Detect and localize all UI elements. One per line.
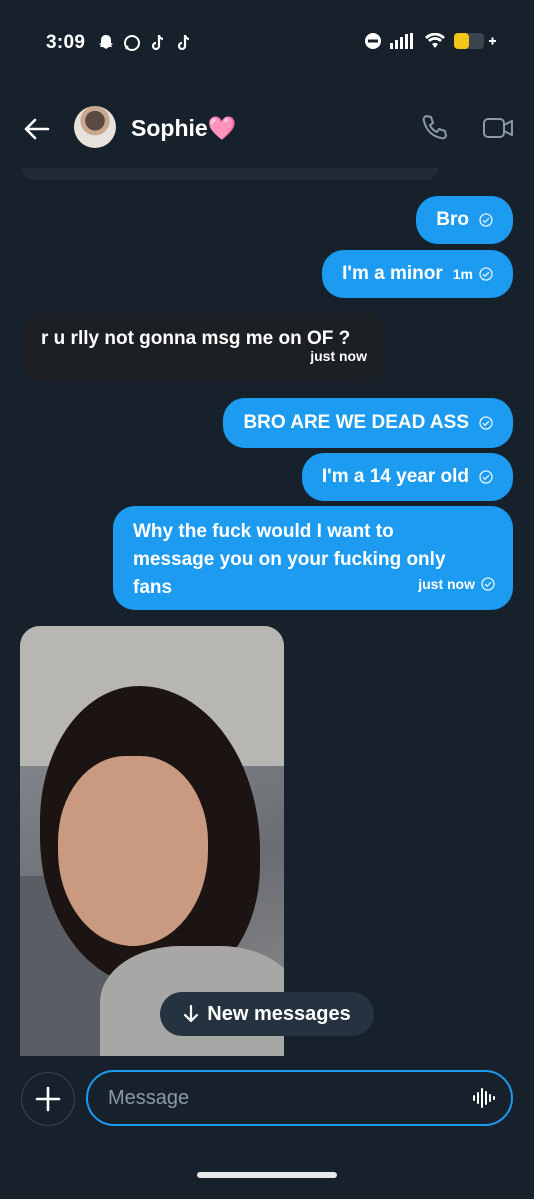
message-text: I'm a 14 year old — [321, 466, 469, 487]
tiktok-icon — [151, 34, 164, 51]
sent-check-icon — [479, 470, 493, 484]
sent-check-icon — [479, 267, 493, 281]
message-input[interactable] — [86, 1070, 513, 1126]
message-meta: just now — [418, 570, 495, 598]
notification-icons — [96, 33, 194, 53]
previous-message-edge — [22, 168, 438, 180]
avatar[interactable] — [74, 106, 116, 148]
message-meta — [479, 470, 493, 484]
signal-icon — [390, 33, 413, 49]
chat-header: Sophie🩷 — [0, 88, 534, 168]
message-meta — [479, 416, 493, 430]
message-bubble-outgoing[interactable]: I'm a minor 1m — [322, 250, 513, 298]
wifi-icon — [425, 33, 445, 48]
photo-face — [58, 756, 208, 946]
message-bubble-incoming[interactable]: r u rlly not gonna msg me on OF ? just n… — [21, 313, 385, 382]
add-attachment-button[interactable] — [21, 1072, 75, 1126]
home-indicator — [197, 1172, 337, 1178]
chat-bubble-icon — [124, 35, 140, 51]
status-bar: 3:09 — [0, 0, 534, 88]
message-text: r u rlly not gonna msg me on OF ? — [41, 328, 351, 349]
message-time: just now — [310, 348, 367, 364]
back-arrow-icon[interactable] — [22, 114, 52, 144]
do-not-disturb-icon — [365, 33, 381, 49]
voice-waveform-icon[interactable] — [472, 1087, 496, 1109]
message-time: just now — [418, 576, 475, 592]
plus-icon — [35, 1086, 61, 1112]
message-bubble-outgoing[interactable]: BRO ARE WE DEAD ASS — [223, 398, 513, 448]
message-meta — [479, 213, 493, 227]
status-time: 3:09 — [46, 32, 86, 53]
sent-check-icon — [479, 416, 493, 430]
message-text: Bro — [436, 209, 469, 230]
new-messages-button[interactable]: New messages — [160, 992, 374, 1036]
sent-check-icon — [481, 577, 495, 591]
phone-icon[interactable] — [420, 112, 450, 142]
message-bubble-outgoing[interactable]: Why the fuck would I want to message you… — [113, 506, 513, 610]
system-icons — [364, 32, 496, 50]
composer — [0, 1056, 534, 1199]
message-text: I'm a minor — [342, 263, 443, 284]
message-meta: 1m — [453, 266, 493, 282]
tiktok-icon — [177, 34, 190, 51]
arrow-down-icon — [184, 1005, 199, 1023]
video-camera-icon[interactable] — [482, 115, 514, 141]
message-bubble-outgoing[interactable]: I'm a 14 year old — [301, 453, 513, 501]
message-time: 1m — [452, 266, 473, 282]
message-bubble-outgoing[interactable]: Bro — [416, 196, 513, 244]
message-meta: just now — [310, 342, 367, 370]
new-messages-label: New messages — [207, 1002, 351, 1025]
sent-check-icon — [479, 213, 493, 227]
contact-name[interactable]: Sophie🩷 — [131, 115, 236, 142]
snapchat-icon — [99, 35, 113, 49]
battery-icon — [454, 33, 496, 49]
message-text: BRO ARE WE DEAD ASS — [243, 412, 469, 433]
